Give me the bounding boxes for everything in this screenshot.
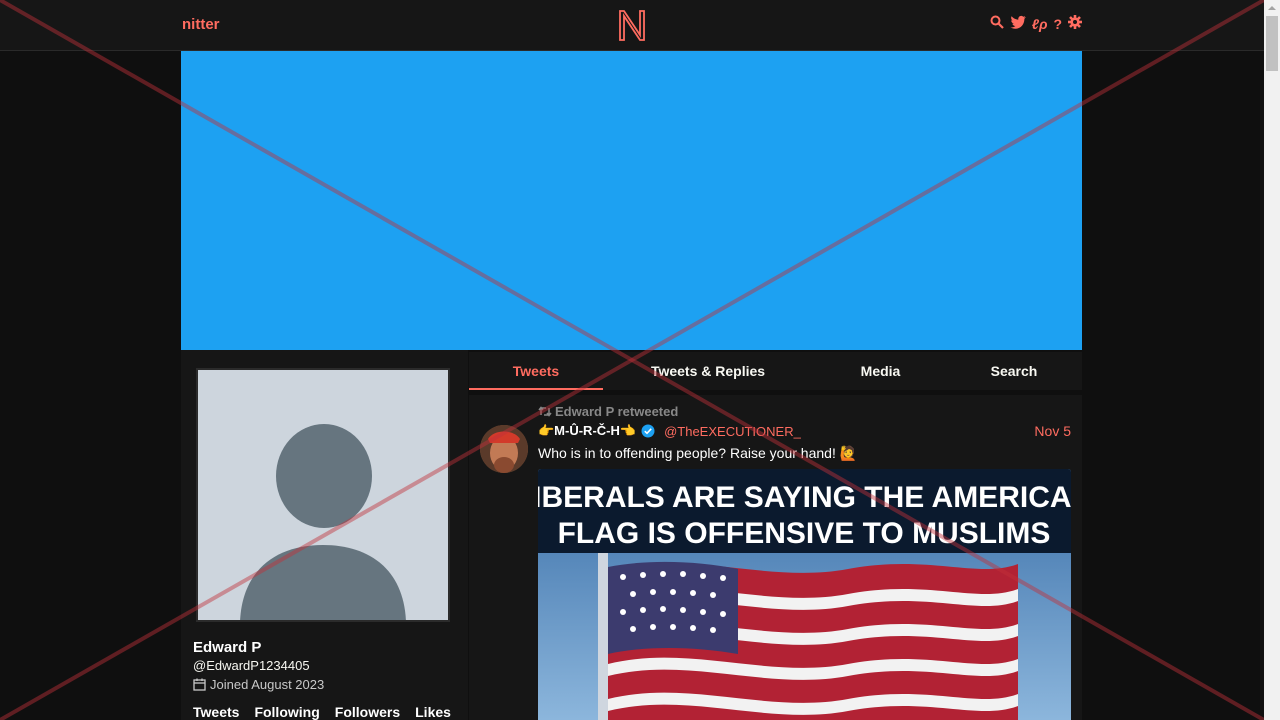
scrollbar-thumb[interactable] <box>1266 16 1278 71</box>
profile-handle[interactable]: @EdwardP1234405 <box>193 658 310 673</box>
nav-icons: ℓρ ? <box>990 15 1082 33</box>
settings-icon[interactable] <box>1068 15 1082 33</box>
tweet-username[interactable]: @TheEXECUTIONER_ <box>664 424 801 439</box>
stat-following[interactable]: Following <box>254 704 319 720</box>
stat-likes[interactable]: Likes <box>415 704 451 720</box>
tab-media[interactable]: Media <box>833 352 928 390</box>
top-navbar: nitter ℓρ ? <box>0 0 1264 51</box>
tab-tweets[interactable]: Tweets <box>469 352 603 390</box>
retweet-icon <box>538 406 552 417</box>
calendar-icon <box>193 678 206 691</box>
image-caption-line1: LIBERALS ARE SAYING THE AMERICAN <box>538 481 1071 514</box>
tweet-media-image[interactable]: LIBERALS ARE SAYING THE AMERICAN FLAG IS… <box>538 469 1071 720</box>
help-icon[interactable]: ? <box>1053 15 1062 33</box>
timeline-tabs: Tweets Tweets & Replies Media Search <box>469 352 1082 390</box>
tab-tweets-replies[interactable]: Tweets & Replies <box>633 352 783 390</box>
verified-icon <box>641 424 655 438</box>
rss-icon[interactable]: ℓρ <box>1032 15 1048 33</box>
tweet-date[interactable]: Nov 5 <box>1034 423 1071 439</box>
default-avatar-icon <box>240 424 406 620</box>
retweet-header: Edward P retweeted <box>538 404 678 419</box>
stat-followers[interactable]: Followers <box>335 704 400 720</box>
scroll-up-arrow-icon[interactable] <box>1264 0 1280 16</box>
nitter-logo[interactable] <box>617 8 647 42</box>
tweet-fullname[interactable]: 👉M-Û-R-Č-H👈 <box>538 423 636 439</box>
tab-search[interactable]: Search <box>969 352 1059 390</box>
brand-link[interactable]: nitter <box>182 16 220 33</box>
retweet-label: Edward P retweeted <box>555 404 679 419</box>
image-caption-line2: FLAG IS OFFENSIVE TO MUSLIMS <box>558 517 1051 550</box>
profile-card: Edward P @EdwardP1234405 Joined August 2… <box>181 350 468 720</box>
profile-joined: Joined August 2023 <box>193 677 324 692</box>
joined-text: Joined August 2023 <box>210 677 325 692</box>
profile-avatar[interactable] <box>196 368 450 622</box>
twitter-icon[interactable] <box>1010 15 1026 33</box>
flag-image: LIBERALS ARE SAYING THE AMERICAN FLAG IS… <box>538 469 1071 720</box>
profile-name[interactable]: Edward P <box>193 639 261 656</box>
tweet-avatar[interactable] <box>480 425 528 473</box>
profile-stats: Tweets Following Followers Likes <box>193 704 451 720</box>
timeline-item[interactable]: Edward P retweeted 👉M-Û-R-Č-H👈 @TheEXECU… <box>469 395 1082 720</box>
tweet-header: 👉M-Û-R-Č-H👈 @TheEXECUTIONER_ <box>538 423 801 439</box>
page-scrollbar[interactable] <box>1264 0 1280 720</box>
stat-tweets[interactable]: Tweets <box>193 704 239 720</box>
tweet-text: Who is in to offending people? Raise you… <box>538 445 858 461</box>
profile-banner[interactable] <box>181 51 1082 350</box>
search-icon[interactable] <box>990 15 1004 33</box>
